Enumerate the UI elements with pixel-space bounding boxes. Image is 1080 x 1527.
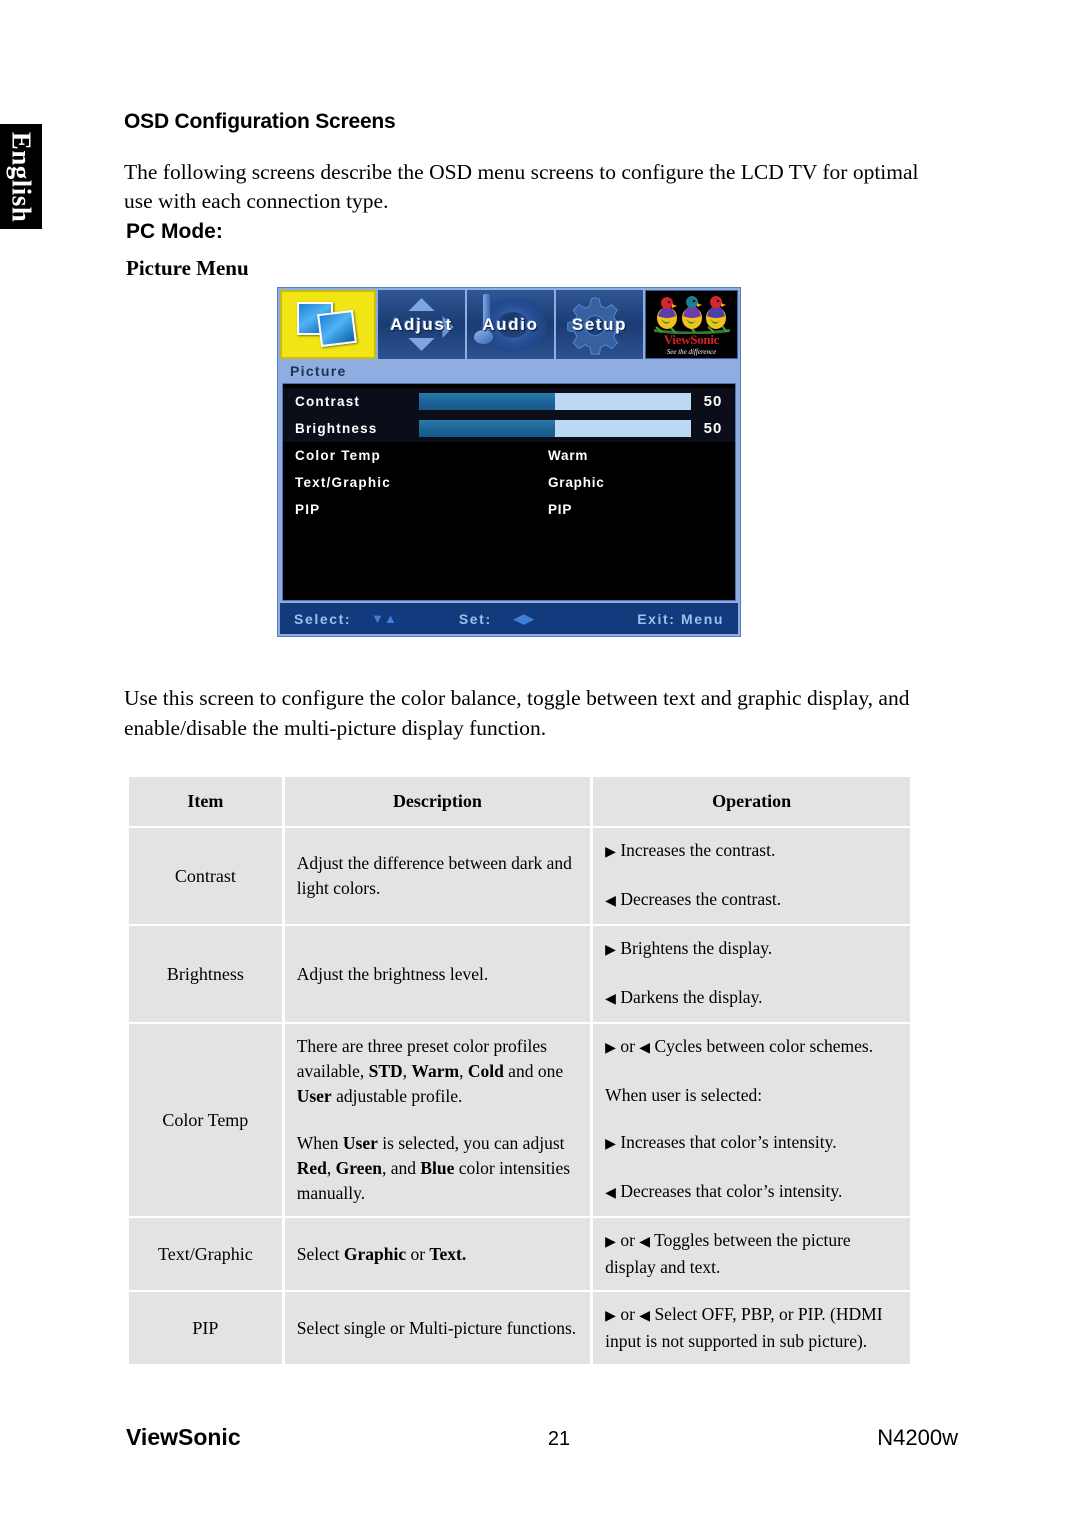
intro-paragraph: The following screens describe the OSD m…: [124, 160, 919, 213]
table-cell-description: There are three preset color profiles av…: [284, 1024, 591, 1216]
osd-row-color-temp[interactable]: Color Temp Warm: [283, 442, 735, 469]
gouldian-finches-icon: [653, 296, 730, 334]
osd-tab-adjust-label: Adjust: [390, 314, 453, 334]
table-header-row: Item Description Operation: [129, 777, 910, 826]
osd-row-contrast-label: Contrast: [295, 394, 361, 409]
osd-text-graphic-value: Graphic: [548, 475, 605, 490]
table-header-description: Description: [284, 777, 591, 826]
viewsonic-wordmark: ViewSonic: [663, 332, 720, 347]
table-cell-operation: ▶ Increases the contrast. ◀ Decreases the…: [593, 828, 910, 924]
table-row: PIP Select single or Multi-picture functi…: [129, 1292, 910, 1364]
table-cell-description: Select single or Multi-picture functions…: [284, 1292, 591, 1364]
select-arrows-icon: ▼▲: [371, 611, 397, 626]
osd-color-temp-value: Warm: [548, 448, 589, 463]
footer-page-number: 21: [547, 1428, 571, 1450]
usage-paragraph: Use this screen to configure the color b…: [124, 686, 910, 740]
language-side-tab-label: English: [6, 131, 37, 222]
osd-row-text-graphic[interactable]: Text/Graphic Graphic: [283, 469, 735, 496]
osd-brightness-slider[interactable]: [419, 420, 691, 437]
osd-menu-body: Contrast 50 Brightness 50 Color Temp War…: [282, 383, 736, 601]
osd-section-title: Picture: [280, 360, 738, 382]
picture-menu-heading: Picture Menu: [126, 256, 249, 280]
osd-status-bar: Select: ▼▲ Set: ◀▶ Exit: Menu: [280, 603, 738, 634]
table-cell-item: Color Temp: [129, 1024, 282, 1216]
set-arrows-icon: ◀▶: [513, 610, 534, 626]
osd-tab-audio-label: Audio: [482, 314, 539, 334]
table-header-operation: Operation: [593, 777, 910, 826]
osd-contrast-slider[interactable]: [419, 393, 691, 410]
table-cell-description: Select Graphic or Text.: [284, 1218, 591, 1290]
footer-model: N4200w: [877, 1425, 958, 1450]
osd-tab-setup[interactable]: Setup: [556, 290, 643, 359]
table-cell-operation: ▶ or ◀ Select OFF, PBP, or PIP. (HDMI in…: [593, 1292, 910, 1364]
section-heading: OSD Configuration Screens: [124, 110, 396, 133]
table-cell-item: Brightness: [129, 926, 282, 1022]
table-row: Contrast Adjust the difference between da…: [129, 828, 910, 924]
osd-viewsonic-logo: ViewSonic See the difference: [645, 290, 738, 359]
osd-tab-audio[interactable]: Audio: [467, 290, 554, 359]
page-footer: ViewSonic 21 N4200w: [126, 1424, 958, 1451]
footer-brand: ViewSonic: [126, 1424, 241, 1450]
table-cell-operation: ▶ or ◀ Toggles between the picture displ…: [593, 1218, 910, 1290]
osd-tab-bar: Adjust Audio Setup ViewSonic See the dif…: [280, 290, 738, 359]
osd-pip-value: PIP: [548, 502, 573, 517]
picture-icon: [297, 301, 359, 348]
osd-exit-label: Exit: Menu: [637, 610, 724, 627]
language-side-tab: English: [0, 124, 42, 229]
table-cell-operation: ▶ Brightens the display. ◀ Darkens the di…: [593, 926, 910, 1022]
table-cell-item: Text/Graphic: [129, 1218, 282, 1290]
pc-mode-heading: PC Mode:: [126, 220, 223, 243]
table-cell-description: Adjust the brightness level.: [284, 926, 591, 1022]
osd-screenshot: Adjust Audio Setup ViewSonic See the dif…: [277, 287, 741, 637]
osd-select-label: Select:: [294, 610, 352, 627]
table-cell-description: Adjust the difference between dark and l…: [284, 828, 591, 924]
osd-row-pip[interactable]: PIP PIP: [283, 496, 735, 523]
manual-page: English OSD Configuration Screens The fo…: [0, 0, 1080, 1527]
osd-row-pip-label: PIP: [295, 502, 321, 517]
osd-row-brightness-label: Brightness: [295, 421, 378, 436]
table-row: Brightness Adjust the brightness level. ▶ …: [129, 926, 910, 1022]
osd-set-label: Set:: [458, 610, 492, 627]
osd-row-contrast[interactable]: Contrast 50: [283, 388, 735, 415]
osd-tab-setup-label: Setup: [571, 314, 628, 334]
osd-tab-adjust[interactable]: Adjust: [378, 290, 465, 359]
table-cell-item: Contrast: [129, 828, 282, 924]
table-row: Text/Graphic Select Graphic or Text. ▶ or …: [129, 1218, 910, 1290]
osd-row-text-graphic-label: Text/Graphic: [295, 475, 391, 490]
table-row: Color Temp There are three preset color p…: [129, 1024, 910, 1216]
osd-row-color-temp-label: Color Temp: [295, 448, 381, 463]
osd-tab-picture[interactable]: [280, 290, 376, 359]
osd-reference-table: Item Description Operation Contrast Adjus…: [126, 775, 913, 1366]
table-cell-item: PIP: [129, 1292, 282, 1364]
osd-brightness-value: 50: [703, 420, 723, 437]
osd-row-brightness[interactable]: Brightness 50: [283, 415, 735, 442]
table-cell-operation: ▶ or ◀ Cycles between color schemes. When…: [593, 1024, 910, 1216]
osd-contrast-value: 50: [703, 393, 723, 410]
viewsonic-tagline: See the difference: [666, 348, 717, 356]
table-header-item: Item: [129, 777, 282, 826]
